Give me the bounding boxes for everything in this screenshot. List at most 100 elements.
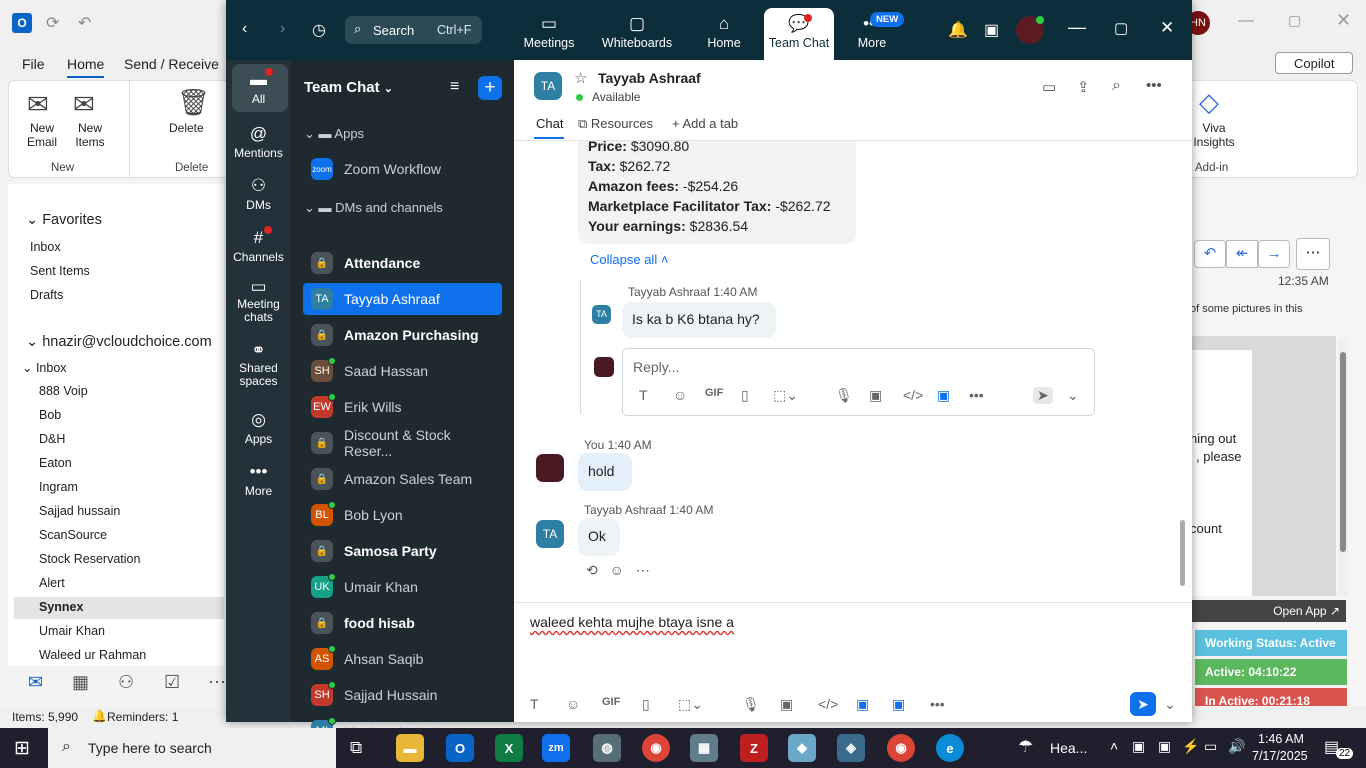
file-icon[interactable]: ▯ <box>642 696 650 713</box>
app-icon[interactable]: ◈ <box>837 734 865 762</box>
new-items-button[interactable]: New Items <box>67 121 113 149</box>
reply-box[interactable]: Reply... T ☺ GIF ▯ ⬚⌄ 🎙 ▣ </> ▣ ••• ➤ ⌄ <box>622 348 1095 416</box>
whiteboard-app-icon[interactable]: ▣ <box>892 696 905 713</box>
weather-text[interactable]: Hea... <box>1050 740 1087 756</box>
viva-insights-button[interactable]: Viva Insights <box>1191 121 1237 149</box>
task-view-icon[interactable]: ⧉ <box>350 738 362 758</box>
list-item-attendance[interactable]: 🔒 Attendance <box>303 247 502 279</box>
send-options-icon[interactable]: ⌄ <box>1067 387 1079 404</box>
folder-item[interactable]: Eaton <box>39 456 72 470</box>
sync-icon[interactable]: ⟳ <box>46 13 59 33</box>
windows-start-icon[interactable]: ⊞ <box>14 737 30 760</box>
rail-meeting-chats[interactable]: ▭ Meeting chats <box>226 278 291 324</box>
tab-send-receive[interactable]: Send / Receive <box>124 56 219 72</box>
app-icon[interactable]: ◆ <box>788 734 816 762</box>
notifications-icon[interactable]: 🔔 <box>948 20 968 40</box>
folder-drafts[interactable]: Drafts <box>30 288 63 302</box>
you-message[interactable]: hold <box>578 453 632 491</box>
list-item-erik-wills[interactable]: EW Erik Wills <box>303 391 502 423</box>
zoom-taskbar-icon[interactable]: zm <box>542 734 570 762</box>
clock-date[interactable]: 7/17/2025 <box>1252 749 1308 763</box>
screenshot-icon[interactable]: ⬚⌄ <box>773 387 798 404</box>
back-icon[interactable]: ‹ <box>242 20 247 38</box>
format-icon[interactable]: T <box>639 387 648 403</box>
send-options-icon[interactable]: ⌄ <box>1164 696 1176 713</box>
gif-icon[interactable]: GIF <box>705 387 723 399</box>
emoji-icon[interactable]: ☺ <box>566 696 580 712</box>
tab-resources[interactable]: ⧉ Resources <box>578 116 653 132</box>
list-item-sajjad-hussain[interactable]: SH Sajjad Hussain <box>303 679 502 711</box>
calendar-icon[interactable]: ▦ <box>72 672 89 693</box>
folder-sent[interactable]: Sent Items <box>30 264 90 278</box>
rail-all[interactable]: ▬ All <box>226 70 291 106</box>
reply-all-icon[interactable]: ↞ <box>1226 240 1258 268</box>
folder-item[interactable]: Waleed ur Rahman <box>39 648 146 662</box>
calculator-icon[interactable]: ▦ <box>690 734 718 762</box>
file-icon[interactable]: ▯ <box>741 387 749 404</box>
chat-scrollbar[interactable] <box>1180 520 1185 586</box>
compose-button[interactable]: + <box>478 76 502 100</box>
chrome-icon[interactable]: ◉ <box>887 734 915 762</box>
more-tools-icon[interactable]: ••• <box>969 387 984 403</box>
reply-icon[interactable]: ↶ <box>1194 240 1226 268</box>
app-icon[interactable]: ▣ <box>856 696 869 713</box>
list-item-bob-lyon[interactable]: BL Bob Lyon <box>303 499 502 531</box>
tray-icon[interactable]: ⚡ <box>1182 738 1199 755</box>
list-item-tayyab-ashraaf[interactable]: TA Tayyab Ashraaf <box>303 283 502 315</box>
app-icon[interactable]: ▣ <box>937 387 950 404</box>
send-button[interactable]: ➤ <box>1130 692 1156 716</box>
list-title[interactable]: Team Chat ⌄ <box>304 79 393 96</box>
reply-thread-icon[interactable]: ⟲ <box>586 562 598 578</box>
maximize-icon[interactable]: ▢ <box>1114 19 1128 37</box>
app-icon[interactable]: ◍ <box>593 734 621 762</box>
folder-item[interactable]: Sajjad hussain <box>39 504 120 518</box>
list-item-saad-hassan[interactable]: SH Saad Hassan <box>303 355 502 387</box>
new-email-button[interactable]: New Email <box>21 121 63 149</box>
more-actions-icon[interactable]: ⋯ <box>1296 238 1330 270</box>
folder-item-selected[interactable]: Synnex <box>39 600 83 614</box>
folder-item[interactable]: D&H <box>39 432 65 446</box>
share-screen-icon[interactable]: ⇪ <box>1077 78 1090 96</box>
folder-inbox[interactable]: ⌄ Inbox <box>22 360 67 375</box>
copilot-button[interactable]: Copilot <box>1275 52 1353 74</box>
rail-apps[interactable]: ◎ Apps <box>226 410 291 446</box>
filter-icon[interactable]: ≡ <box>450 78 459 96</box>
chrome-icon[interactable]: ◉ <box>642 734 670 762</box>
history-icon[interactable]: ◷ <box>312 20 326 40</box>
volume-icon[interactable]: 🔊 <box>1228 738 1245 755</box>
code-icon[interactable]: </> <box>903 387 923 403</box>
format-icon[interactable]: T <box>530 696 539 712</box>
list-item-discount-stock-reser[interactable]: 🔒 Discount & Stock Reser... <box>303 427 502 459</box>
tab-file[interactable]: File <box>22 56 45 72</box>
mail-icon[interactable]: ✉ <box>28 672 43 693</box>
more-apps-icon[interactable]: ⋯ <box>208 672 226 693</box>
favorites-header[interactable]: ⌄ Favorites <box>26 212 102 228</box>
status-reminders[interactable]: Reminders: 1 <box>107 710 178 724</box>
react-icon[interactable]: ☺ <box>610 562 624 578</box>
folder-item[interactable]: Umair Khan <box>39 624 105 638</box>
rail-shared-spaces[interactable]: ⚭ Shared spaces <box>226 342 291 388</box>
composer-input[interactable]: waleed kehta mujhe btaya isne a <box>530 614 734 630</box>
tray-chevron-icon[interactable]: ˄ <box>1110 738 1118 754</box>
mic-icon[interactable]: 🎙 <box>742 696 760 713</box>
network-icon[interactable]: ▭ <box>1204 738 1217 755</box>
minimize-icon[interactable]: — <box>1068 17 1086 38</box>
tab-home[interactable]: Home <box>67 56 105 78</box>
tab-chat[interactable]: Chat <box>536 116 563 131</box>
more-options-icon[interactable]: ••• <box>1146 77 1162 94</box>
send-reply-icon[interactable]: ➤ <box>1033 387 1053 404</box>
rail-more[interactable]: ••• More <box>226 462 291 498</box>
contact-avatar[interactable]: TA <box>534 72 562 100</box>
more-tools-icon[interactable]: ••• <box>930 696 945 712</box>
contact-name[interactable]: Tayyab Ashraaf <box>598 70 701 86</box>
outlook-minimize-icon[interactable]: — <box>1238 12 1254 30</box>
forward-icon[interactable]: → <box>1258 240 1290 268</box>
edge-icon[interactable]: e <box>936 734 964 762</box>
list-item-samosa-party[interactable]: 🔒 Samosa Party <box>303 535 502 567</box>
section-apps[interactable]: ⌄ ▬ Apps <box>304 126 364 142</box>
outlook-maximize-icon[interactable]: ▢ <box>1288 12 1301 29</box>
tray-icon[interactable]: ▣ <box>1132 738 1145 755</box>
list-item-ahsan-saqib[interactable]: AS Ahsan Saqib <box>303 643 502 675</box>
weather-icon[interactable]: ☂ <box>1018 737 1033 757</box>
list-item-food-hisab[interactable]: 🔒 food hisab <box>303 607 502 639</box>
